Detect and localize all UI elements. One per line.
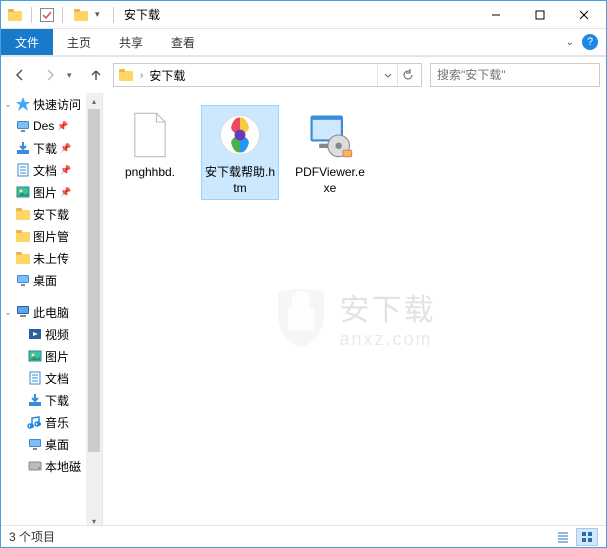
tree-label: 本地磁 [45,458,81,475]
star-icon [15,96,31,112]
watermark: 安下载 anxz.com [274,285,436,350]
tree-label: 安下载 [33,206,69,223]
sidebar-scrollbar[interactable]: ▴ ▾ [86,93,102,529]
tree-label: 文档 [33,162,57,179]
titlebar-quick-access: ▾ [1,7,118,23]
chevron-down-icon[interactable]: ⌄ [3,99,13,110]
tree-label: 文档 [45,370,69,387]
watermark-en: anxz.com [340,329,436,350]
file-thumbnail [124,109,176,161]
separator [113,7,114,23]
window-title: 安下载 [124,6,160,23]
tree-label: 桌面 [33,272,57,289]
file-name: pnghhbd. [125,165,175,181]
documents-icon [27,370,43,386]
tree-label: Des [33,119,54,133]
chevron-right-icon[interactable]: › [138,70,145,81]
address-bar[interactable]: › 安下载 [113,63,422,87]
tree-label: 桌面 [45,436,69,453]
tree-label: 未上传 [33,250,69,267]
folder-icon [15,206,31,222]
pictures-icon [27,348,43,364]
forward-button[interactable] [37,62,63,88]
help-icon[interactable]: ? [582,34,598,50]
downloads-icon [15,140,31,156]
videos-icon [27,326,43,342]
up-button[interactable] [83,62,109,88]
shield-icon [274,286,328,350]
navigation-pane: ⌄ 快速访问 Des📌下载📌文档📌图片📌安下载图片管未上传桌面 ⌄ 此电脑 ›视… [1,93,103,529]
pin-icon: 📌 [57,121,65,132]
separator [31,7,32,23]
file-name: 安下载帮助.htm [205,165,275,196]
address-segment[interactable]: 安下载 [149,67,185,84]
folder-icon [15,250,31,266]
tree-label: 图片管 [33,228,69,245]
chevron-down-icon[interactable]: ▾ [95,9,105,20]
file-item[interactable]: PDFViewer.exe [291,105,369,200]
file-view[interactable]: pnghhbd. 安下载帮助.htm PDFViewer.exe 安下载 anxz.… [103,93,606,529]
details-view-button[interactable] [552,528,574,546]
close-button[interactable] [562,1,606,29]
search-box[interactable] [430,63,600,87]
checkbox-icon[interactable] [40,8,54,22]
folder-icon [7,7,23,23]
file-item[interactable]: pnghhbd. [111,105,189,200]
ribbon-tabs: 文件 主页 共享 查看 ⌄ ? [1,29,606,55]
folder-icon [118,67,134,83]
folder-icon [15,228,31,244]
tree-label: 下载 [33,140,57,157]
desktop-icon [15,272,31,288]
documents-icon [15,162,31,178]
tab-view[interactable]: 查看 [157,29,209,55]
desktop-icon [15,118,31,134]
tree-label: 音乐 [45,414,69,431]
tab-share[interactable]: 共享 [105,29,157,55]
navigation-bar: ▾ › 安下载 [1,57,606,93]
tree-label: 视频 [45,326,69,343]
window-controls [474,1,606,29]
pin-icon: 📌 [60,143,68,154]
minimize-button[interactable] [474,1,518,29]
computer-icon [15,304,31,320]
maximize-button[interactable] [518,1,562,29]
scroll-up-icon[interactable]: ▴ [86,93,102,109]
pin-icon: 📌 [60,165,68,176]
tree-label: 图片 [45,348,69,365]
main-area: ⌄ 快速访问 Des📌下载📌文档📌图片📌安下载图片管未上传桌面 ⌄ 此电脑 ›视… [1,93,606,529]
titlebar: ▾ 安下载 [1,1,606,29]
address-dropdown-icon[interactable] [377,64,397,86]
separator [62,7,63,23]
tree-label: 图片 [33,184,57,201]
status-bar: 3 个项目 [1,525,606,547]
item-count: 3 个项目 [9,528,55,545]
pin-icon: 📌 [60,187,68,198]
chevron-down-icon[interactable]: ⌄ [3,307,13,318]
search-input[interactable] [437,68,592,82]
tree-label: 快速访问 [33,96,81,113]
history-dropdown-icon[interactable]: ▾ [67,70,79,81]
tab-home[interactable]: 主页 [53,29,105,55]
file-thumbnail [304,109,356,161]
back-button[interactable] [7,62,33,88]
refresh-button[interactable] [397,64,417,86]
file-item[interactable]: 安下载帮助.htm [201,105,279,200]
icons-view-button[interactable] [576,528,598,546]
downloads-icon [27,392,43,408]
scrollbar-thumb[interactable] [88,109,100,452]
watermark-cn: 安下载 [340,285,436,329]
tree-label: 此电脑 [33,304,69,321]
tab-file[interactable]: 文件 [1,29,53,55]
folder-icon [73,7,89,23]
file-thumbnail [214,109,266,161]
file-name: PDFViewer.exe [295,165,365,196]
expand-ribbon-icon[interactable]: ⌄ [566,37,574,48]
desktop-icon [27,436,43,452]
pictures-icon [15,184,31,200]
disk-icon [27,458,43,474]
tree-label: 下载 [45,392,69,409]
music-icon [27,414,43,430]
